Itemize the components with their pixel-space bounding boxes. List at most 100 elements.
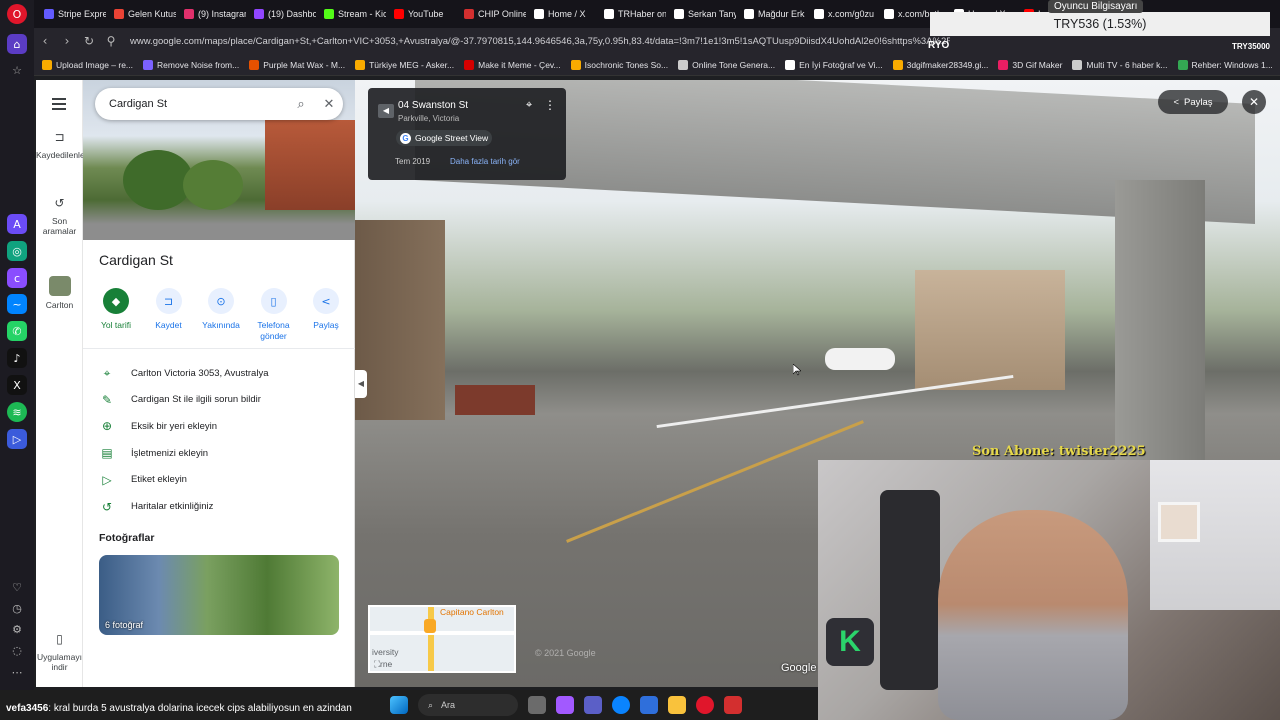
search-box[interactable]: Cardigan St ⌕ ✕ xyxy=(95,88,343,120)
browser-tab[interactable]: (9) Instagram xyxy=(178,3,246,25)
browser-tab[interactable]: Stripe Expres xyxy=(38,3,106,25)
place-panel: Cardigan St ⌕ ✕ Cardigan St ◆ Yol tarifi ⊐… xyxy=(83,80,355,687)
lightbulb-icon[interactable]: ◌ xyxy=(7,640,27,660)
app-taskbar-icon[interactable] xyxy=(724,696,742,714)
bookmark-item[interactable]: Make it Meme - Çev... xyxy=(464,59,561,70)
browser-tab[interactable]: Gelen Kutusu xyxy=(108,3,176,25)
tab-favicon-icon xyxy=(604,9,614,19)
store-icon[interactable] xyxy=(640,696,658,714)
bookmark-item[interactable]: Multi TV - 6 haber k... xyxy=(1072,59,1168,70)
search-input[interactable]: Cardigan St xyxy=(109,98,287,110)
collapse-panel-button[interactable]: ◀ xyxy=(355,370,367,398)
aria-icon[interactable]: A xyxy=(7,214,27,234)
bookmark-item[interactable]: Upload Image – re... xyxy=(42,59,133,70)
browser-tab[interactable]: Stream - Kic xyxy=(318,3,386,25)
app-icon[interactable]: c xyxy=(7,268,27,288)
recent-place-carlton[interactable]: Carlton xyxy=(36,276,83,310)
tab-label: Home / X xyxy=(548,9,586,19)
browser-tab[interactable]: Serkan Tany xyxy=(668,3,736,25)
edge-icon[interactable] xyxy=(612,696,630,714)
browser-tab[interactable]: Home / X xyxy=(528,3,596,25)
bookmark-item[interactable]: Remove Noise from... xyxy=(143,59,239,70)
nearby-button[interactable]: ⊙ Yakınında xyxy=(196,288,246,342)
bookmark-favicon-icon xyxy=(678,59,689,70)
messenger-icon[interactable]: ~ xyxy=(7,294,27,314)
spotify-icon[interactable]: ≋ xyxy=(7,402,27,422)
share-button[interactable]: < Paylaş xyxy=(1158,90,1228,114)
close-streetview-button[interactable]: ✕ xyxy=(1242,90,1266,114)
bookmark-favicon-icon xyxy=(355,59,366,70)
google-logo: Google xyxy=(781,662,817,674)
tiktok-icon[interactable]: ♪ xyxy=(7,348,27,368)
recents-button[interactable]: ↺ Son aramalar xyxy=(36,197,83,236)
expand-icon[interactable]: ⛶ xyxy=(374,659,380,670)
settings-icon[interactable]: ⚙ xyxy=(7,619,27,639)
forward-icon[interactable]: › xyxy=(56,34,78,48)
taskbar-search[interactable]: ⌕ Ara xyxy=(418,694,518,716)
bookmark-item[interactable]: Online Tone Genera... xyxy=(678,59,775,70)
minimap[interactable]: Capitano Carlton iversity rne ⛶ xyxy=(368,605,516,673)
search-icon[interactable]: ⌕ xyxy=(287,97,315,112)
add-label-row[interactable]: ▷ Etiket ekleyin xyxy=(99,473,349,487)
x-icon[interactable]: X xyxy=(7,375,27,395)
directions-button[interactable]: ◆ Yol tarifi xyxy=(91,288,141,342)
bookmark-favicon-icon xyxy=(892,59,903,70)
file-explorer-icon[interactable] xyxy=(668,696,686,714)
home-icon[interactable]: ⌂ xyxy=(7,34,27,54)
browser-tab[interactable]: x.com/g0zu xyxy=(808,3,876,25)
share-place-button[interactable]: < Paylaş xyxy=(301,288,351,342)
get-app-button[interactable]: ▯ Uygulamayı indir xyxy=(36,633,83,672)
opera-logo-icon[interactable]: O xyxy=(7,4,27,24)
recents-label: Son aramalar xyxy=(42,216,77,236)
report-issue-row[interactable]: ✎ Cardigan St ile ilgili sorun bildir xyxy=(99,393,349,407)
close-icon[interactable]: ✕ xyxy=(315,97,343,112)
browser-tab[interactable]: (19) Dashbo xyxy=(248,3,316,25)
bookmark-item[interactable]: 3dgifmaker28349.gi... xyxy=(892,59,988,70)
back-icon[interactable]: ‹ xyxy=(34,34,56,48)
browser-tab[interactable]: YouTube xyxy=(388,3,456,25)
url-field[interactable]: www.google.com/maps/place/Cardigan+St,+C… xyxy=(130,36,950,47)
menu-icon[interactable] xyxy=(52,98,66,113)
saved-button[interactable]: ⊐ Kaydedilenler xyxy=(36,131,88,160)
windows-start-icon[interactable] xyxy=(390,696,408,714)
chatgpt-icon[interactable]: ◎ xyxy=(7,241,27,261)
opera-taskbar-icon[interactable] xyxy=(696,696,714,714)
teams-icon[interactable] xyxy=(584,696,602,714)
send-to-phone-button[interactable]: ▯ Telefona gönder xyxy=(249,288,299,342)
star-icon[interactable]: ☆ xyxy=(7,60,27,80)
player-icon[interactable]: ▷ xyxy=(7,429,27,449)
browser-tab[interactable]: Mağdur Erk xyxy=(738,3,806,25)
address-row[interactable]: ⌖ Carlton Victoria 3053, Avustralya xyxy=(99,366,349,381)
bookmark-item[interactable]: Isochronic Tones So... xyxy=(570,59,668,70)
bookmark-item[interactable]: Purple Mat Wax - M... xyxy=(249,59,346,70)
copilot-icon[interactable] xyxy=(556,696,574,714)
history-icon[interactable]: ◷ xyxy=(7,598,27,618)
tab-favicon-icon xyxy=(114,9,124,19)
photos-thumbnail[interactable]: 6 fotoğraf xyxy=(99,555,339,635)
browser-tab[interactable]: TRHaber on xyxy=(598,3,666,25)
bookmark-favicon-icon xyxy=(785,59,796,70)
bookmark-item[interactable]: Rehber: Windows 1... xyxy=(1177,59,1273,70)
stream-stats-widget: TRY536 (1.53%) Oyuncu Bilgisayarı RYO TR… xyxy=(928,0,1270,56)
more-icon[interactable]: ⋯ xyxy=(7,662,27,682)
more-dates-link[interactable]: Daha fazla tarih gör xyxy=(450,157,520,166)
more-options-icon[interactable]: ⋮ xyxy=(544,98,556,112)
add-business-row[interactable]: ▤ İşletmenizi ekleyin xyxy=(99,446,349,460)
browser-tab[interactable]: CHIP Online xyxy=(458,3,526,25)
bookmark-label: Purple Mat Wax - M... xyxy=(263,59,346,70)
heart-icon[interactable]: ♡ xyxy=(7,577,27,597)
save-place-button[interactable]: ⊐ Kaydet xyxy=(144,288,194,342)
task-view-icon[interactable] xyxy=(528,696,546,714)
action-label: Yol tarifi xyxy=(101,320,131,330)
subscriber-alert: Son Abone: twister2225 xyxy=(972,444,1146,459)
pin-icon[interactable]: ⌖ xyxy=(526,98,532,112)
add-missing-place-row[interactable]: ⊕ Eksik bir yeri ekleyin xyxy=(99,419,349,433)
site-info-icon[interactable]: ⚲ xyxy=(100,34,122,48)
bookmark-item[interactable]: Türkiye MEG - Asker... xyxy=(355,59,454,70)
bookmark-item[interactable]: En İyi Fotoğraf ve Vi... xyxy=(785,59,883,70)
whatsapp-icon[interactable]: ✆ xyxy=(7,321,27,341)
back-arrow-icon[interactable]: ◀ xyxy=(378,104,394,118)
maps-activity-row[interactable]: ↺ Haritalar etkinliğiniz xyxy=(99,500,349,514)
reload-icon[interactable]: ↻ xyxy=(78,34,100,48)
bookmark-item[interactable]: 3D Gif Maker xyxy=(998,59,1062,70)
